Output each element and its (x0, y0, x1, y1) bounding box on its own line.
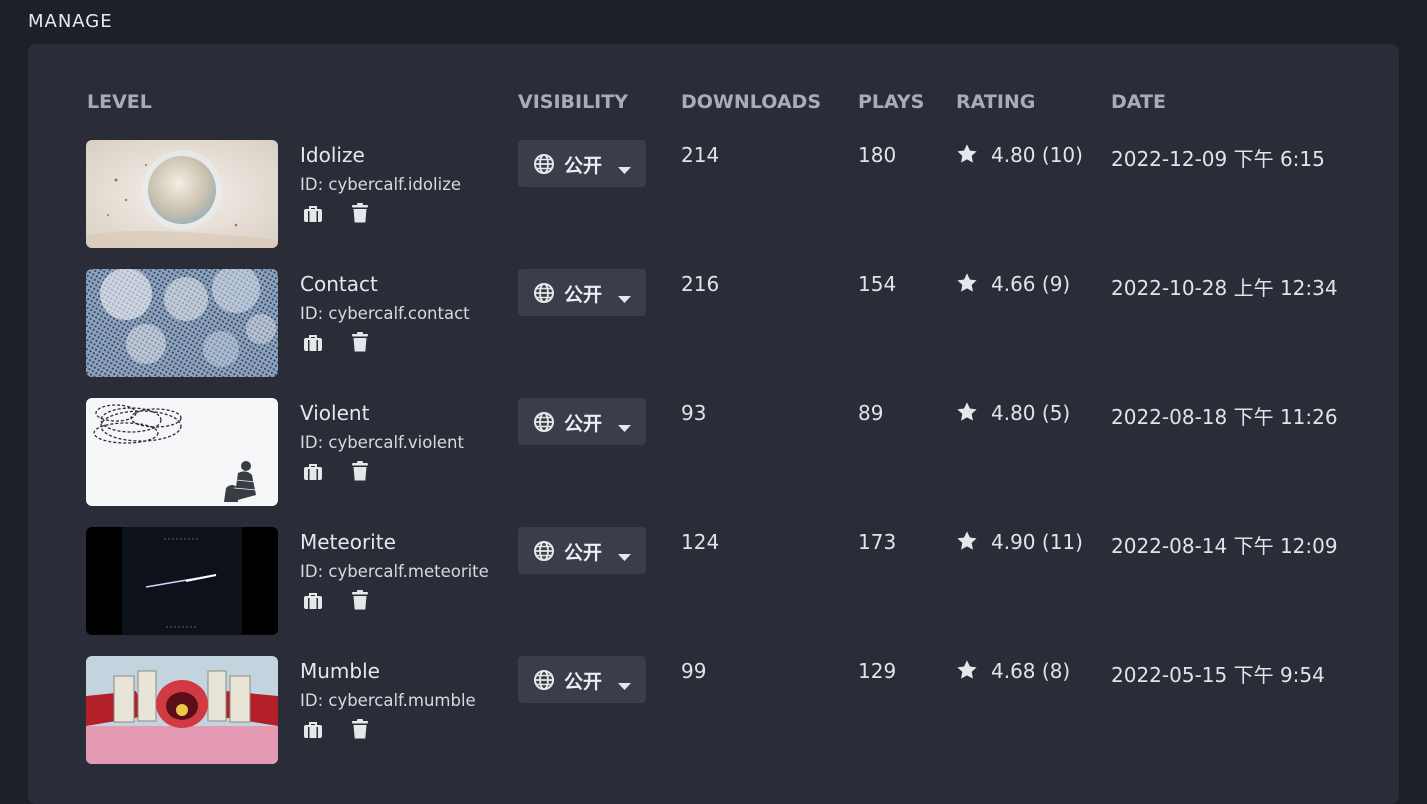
visibility-label: 公开 (564, 542, 603, 564)
briefcase-icon[interactable] (301, 330, 325, 354)
rating-value: 4.68 (8) (991, 659, 1071, 683)
level-id: ID: cybercalf.meteorite (300, 562, 489, 581)
downloads-count: 124 (681, 530, 720, 554)
star-icon (956, 143, 978, 169)
globe-icon (533, 411, 555, 437)
level-id: ID: cybercalf.contact (300, 304, 470, 323)
visibility-label: 公开 (564, 671, 603, 693)
level-title[interactable]: Meteorite (300, 530, 396, 554)
star-icon (956, 530, 978, 556)
header-date: DATE (1111, 91, 1166, 113)
caret-down-icon (618, 676, 631, 695)
header-rating: RATING (956, 91, 1036, 113)
star-icon (956, 659, 978, 685)
briefcase-icon[interactable] (301, 201, 325, 225)
level-title[interactable]: Violent (300, 401, 369, 425)
trash-icon[interactable] (348, 330, 372, 354)
visibility-dropdown[interactable]: 公开 (518, 140, 646, 187)
level-title[interactable]: Mumble (300, 659, 380, 683)
table-row: Mumble ID: cybercalf.mumble 公开 99 129 4.… (0, 656, 1427, 766)
caret-down-icon (618, 418, 631, 437)
date-value: 2022-05-15 下午 9:54 (1111, 663, 1325, 687)
globe-icon (533, 540, 555, 566)
level-thumbnail[interactable] (86, 269, 278, 377)
visibility-label: 公开 (564, 284, 603, 306)
level-id: ID: cybercalf.idolize (300, 175, 462, 194)
rating-value: 4.66 (9) (991, 272, 1071, 296)
level-title[interactable]: Contact (300, 272, 378, 296)
plays-count: 173 (858, 530, 897, 554)
rating-value: 4.80 (10) (991, 143, 1083, 167)
trash-icon[interactable] (348, 588, 372, 612)
downloads-count: 99 (681, 659, 707, 683)
level-thumbnail[interactable] (86, 527, 278, 635)
header-level: LEVEL (87, 91, 152, 113)
visibility-dropdown[interactable]: 公开 (518, 527, 646, 574)
level-thumbnail[interactable] (86, 140, 278, 248)
header-visibility: VISIBILITY (518, 91, 628, 113)
briefcase-icon[interactable] (301, 717, 325, 741)
table-row: Contact ID: cybercalf.contact 公开 216 154… (0, 269, 1427, 379)
briefcase-icon[interactable] (301, 588, 325, 612)
rating-value: 4.90 (11) (991, 530, 1083, 554)
visibility-label: 公开 (564, 155, 603, 177)
table-row: Violent ID: cybercalf.violent 公开 93 89 4… (0, 398, 1427, 508)
trash-icon[interactable] (348, 201, 372, 225)
header-plays: PLAYS (858, 91, 925, 113)
section-title: MANAGE (28, 11, 113, 32)
plays-count: 129 (858, 659, 897, 683)
visibility-dropdown[interactable]: 公开 (518, 269, 646, 316)
trash-icon[interactable] (348, 459, 372, 483)
visibility-dropdown[interactable]: 公开 (518, 398, 646, 445)
visibility-label: 公开 (564, 413, 603, 435)
date-value: 2022-12-09 下午 6:15 (1111, 147, 1325, 171)
star-icon (956, 401, 978, 427)
globe-icon (533, 282, 555, 308)
plays-count: 154 (858, 272, 897, 296)
plays-count: 180 (858, 143, 897, 167)
visibility-dropdown[interactable]: 公开 (518, 656, 646, 703)
date-value: 2022-08-18 下午 11:26 (1111, 405, 1338, 429)
caret-down-icon (618, 160, 631, 179)
level-thumbnail[interactable] (86, 398, 278, 506)
table-row: Idolize ID: cybercalf.idolize 公开 214 180… (0, 140, 1427, 250)
briefcase-icon[interactable] (301, 459, 325, 483)
trash-icon[interactable] (348, 717, 372, 741)
level-title[interactable]: Idolize (300, 143, 365, 167)
downloads-count: 214 (681, 143, 720, 167)
globe-icon (533, 669, 555, 695)
caret-down-icon (618, 289, 631, 308)
globe-icon (533, 153, 555, 179)
date-value: 2022-08-14 下午 12:09 (1111, 534, 1338, 558)
table-row: Meteorite ID: cybercalf.meteorite 公开 124… (0, 527, 1427, 637)
plays-count: 89 (858, 401, 884, 425)
downloads-count: 93 (681, 401, 707, 425)
level-id: ID: cybercalf.mumble (300, 691, 476, 710)
date-value: 2022-10-28 上午 12:34 (1111, 276, 1338, 300)
level-thumbnail[interactable] (86, 656, 278, 764)
header-downloads: DOWNLOADS (681, 91, 822, 113)
downloads-count: 216 (681, 272, 720, 296)
level-id: ID: cybercalf.violent (300, 433, 464, 452)
caret-down-icon (618, 547, 631, 566)
star-icon (956, 272, 978, 298)
rating-value: 4.80 (5) (991, 401, 1071, 425)
